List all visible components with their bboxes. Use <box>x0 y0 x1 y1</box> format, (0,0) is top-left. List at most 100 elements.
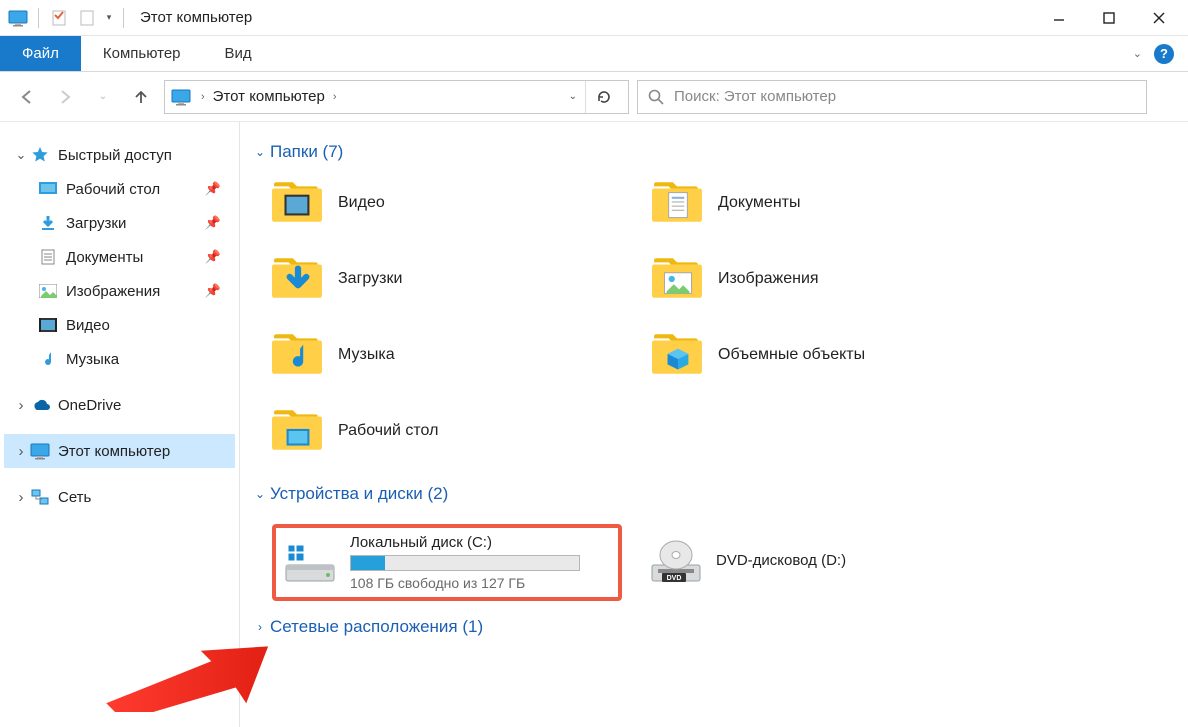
folder-documents[interactable]: Документы <box>652 180 1022 226</box>
folder-downloads[interactable]: Загрузки <box>272 256 642 302</box>
folder-music[interactable]: Музыка <box>272 332 642 378</box>
music-folder-icon <box>272 332 324 378</box>
item-label: Рабочий стол <box>338 422 438 440</box>
search-icon <box>648 89 664 105</box>
tab-view[interactable]: Вид <box>203 36 274 71</box>
chevron-down-icon: ⌄ <box>250 487 270 501</box>
tree-documents[interactable]: Документы 📌 <box>4 240 235 274</box>
tree-label: Изображения <box>66 283 160 300</box>
drive-name: DVD-дисковод (D:) <box>716 552 986 569</box>
address-bar[interactable]: › Этот компьютер › ⌄ <box>164 80 629 114</box>
tree-label: OneDrive <box>58 397 121 414</box>
video-icon <box>38 316 58 334</box>
recent-dropdown[interactable]: ⌄ <box>88 82 118 112</box>
folder-pictures[interactable]: Изображения <box>652 256 1022 302</box>
tree-label: Загрузки <box>66 215 126 232</box>
group-devices[interactable]: ⌄ Устройства и диски (2) <box>250 484 1178 504</box>
tree-downloads[interactable]: Загрузки 📌 <box>4 206 235 240</box>
group-count: (2) <box>427 484 448 504</box>
item-label: Изображения <box>718 270 819 288</box>
drive-capacity-bar <box>350 555 580 571</box>
crumb-sep[interactable]: › <box>199 91 207 103</box>
qat-newfolder-icon[interactable] <box>77 9 97 27</box>
navigation-pane: Быстрый доступ Рабочий стол 📌 Загрузки 📌… <box>0 122 240 727</box>
close-button[interactable] <box>1134 0 1184 36</box>
document-icon <box>38 248 58 266</box>
drive-d[interactable]: DVD DVD-дисковод (D:) <box>642 524 992 601</box>
drive-name: Локальный диск (C:) <box>350 534 612 551</box>
pictures-folder-icon <box>652 256 704 302</box>
group-count: (7) <box>323 142 344 162</box>
crumb-sep[interactable]: › <box>331 91 339 103</box>
search-box[interactable] <box>637 80 1147 114</box>
search-input[interactable] <box>674 88 1136 105</box>
separator <box>38 8 39 28</box>
address-icon <box>171 88 193 106</box>
item-label: Загрузки <box>338 270 402 288</box>
item-label: Видео <box>338 194 385 212</box>
tree-videos[interactable]: Видео <box>4 308 235 342</box>
tab-file[interactable]: Файл <box>0 36 81 71</box>
tab-computer[interactable]: Компьютер <box>81 36 203 71</box>
folder-desktop[interactable]: Рабочий стол <box>272 408 642 454</box>
forward-button[interactable] <box>50 82 80 112</box>
group-folders[interactable]: ⌄ Папки (7) <box>250 142 1178 162</box>
navigation-row: ⌄ › Этот компьютер › ⌄ <box>0 72 1188 122</box>
qat-properties-icon[interactable] <box>49 9 69 27</box>
tree-this-pc[interactable]: Этот компьютер <box>4 434 235 468</box>
music-icon <box>38 350 58 368</box>
desktop-icon <box>38 180 58 198</box>
drive-info: Локальный диск (C:) 108 ГБ свободно из 1… <box>350 534 612 591</box>
ribbon-expand-chevron[interactable]: ⌄ <box>1133 47 1142 60</box>
tree-network[interactable]: Сеть <box>4 480 235 514</box>
help-button[interactable]: ? <box>1154 44 1174 64</box>
qat-dropdown[interactable]: ▾ <box>101 12 117 23</box>
pin-icon: 📌 <box>205 249 221 265</box>
maximize-button[interactable] <box>1084 0 1134 36</box>
drive-info: DVD-дисковод (D:) <box>716 552 986 573</box>
folder-videos[interactable]: Видео <box>272 180 642 226</box>
picture-icon <box>38 282 58 300</box>
tree-quick-access[interactable]: Быстрый доступ <box>4 138 235 172</box>
group-network-locations[interactable]: › Сетевые расположения (1) <box>250 617 1178 637</box>
star-icon <box>30 146 50 164</box>
videos-folder-icon <box>272 180 324 226</box>
title-bar: ▾ Этот компьютер <box>0 0 1188 36</box>
minimize-button[interactable] <box>1034 0 1084 36</box>
item-label: Музыка <box>338 346 395 364</box>
drive-c[interactable]: Локальный диск (C:) 108 ГБ свободно из 1… <box>272 524 622 601</box>
address-dropdown[interactable]: ⌄ <box>561 91 585 102</box>
content-pane: ⌄ Папки (7) Видео Документы За <box>240 122 1188 727</box>
drive-icon <box>282 539 338 587</box>
downloads-folder-icon <box>272 256 324 302</box>
onedrive-icon <box>30 396 50 414</box>
tree-label: Музыка <box>66 351 119 368</box>
app-icon <box>8 9 28 27</box>
folder-3dobjects[interactable]: Объемные объекты <box>652 332 1022 378</box>
separator <box>123 8 124 28</box>
tree-label: Сеть <box>58 489 91 506</box>
tree-desktop[interactable]: Рабочий стол 📌 <box>4 172 235 206</box>
refresh-button[interactable] <box>585 81 622 113</box>
item-label: Объемные объекты <box>718 346 865 364</box>
breadcrumb[interactable]: Этот компьютер <box>207 88 331 105</box>
group-label: Сетевые расположения <box>270 617 458 637</box>
tree-music[interactable]: Музыка <box>4 342 235 376</box>
up-button[interactable] <box>126 82 156 112</box>
tree-label: Быстрый доступ <box>58 147 172 164</box>
download-icon <box>38 214 58 232</box>
group-label: Папки <box>270 142 318 162</box>
body: Быстрый доступ Рабочий стол 📌 Загрузки 📌… <box>0 122 1188 727</box>
objects3d-folder-icon <box>652 332 704 378</box>
chevron-down-icon: ⌄ <box>250 145 270 159</box>
pin-icon: 📌 <box>205 215 221 231</box>
ribbon: Файл Компьютер Вид ⌄ ? <box>0 36 1188 72</box>
tree-onedrive[interactable]: OneDrive <box>4 388 235 422</box>
dvd-drive-icon: DVD <box>648 539 704 587</box>
pin-icon: 📌 <box>205 283 221 299</box>
back-button[interactable] <box>12 82 42 112</box>
svg-text:DVD: DVD <box>667 575 682 582</box>
item-label: Документы <box>718 194 800 212</box>
tree-pictures[interactable]: Изображения 📌 <box>4 274 235 308</box>
chevron-right-icon: › <box>250 620 270 634</box>
